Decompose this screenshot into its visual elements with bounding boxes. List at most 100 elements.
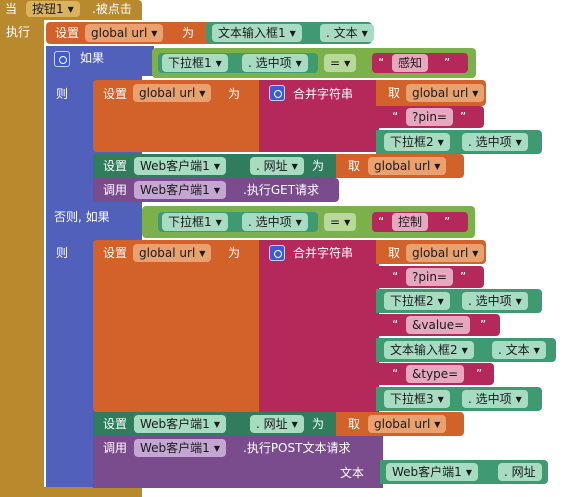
chevron-down-icon: ▼ — [344, 218, 351, 227]
component-dropdown[interactable]: Web客户端1 ▼ — [134, 157, 226, 175]
dropdown-name: 下拉框3 — [390, 392, 434, 406]
prop-name: . 选中项 — [468, 392, 512, 406]
var-dropdown[interactable]: global url ▼ — [85, 24, 164, 42]
gear-icon[interactable] — [269, 245, 285, 261]
component-dropdown[interactable]: Web客户端1 ▼ — [134, 415, 226, 433]
operator: = — [330, 56, 341, 70]
chevron-down-icon: ▼ — [295, 59, 302, 68]
quote-left: “ — [392, 367, 399, 381]
text-literal-field[interactable]: ?pin= — [406, 108, 453, 126]
dropdown-prop[interactable]: . 选中项 ▼ — [462, 292, 528, 310]
chevron-down-icon: ▼ — [437, 138, 444, 147]
event-component-dropdown[interactable]: 按钮1 ▼ — [26, 1, 80, 17]
compare-operator[interactable]: = ▼ — [324, 213, 357, 231]
prop-dropdown[interactable]: . 网址 ▼ — [250, 157, 304, 175]
set-label: 设置 — [103, 87, 128, 101]
dropdown-component[interactable]: 下拉框1 ▼ — [162, 213, 228, 231]
prop-dropdown[interactable]: . 网址 — [498, 463, 542, 481]
text-literal-field[interactable]: &value= — [406, 316, 471, 334]
get-label: 取 — [348, 159, 361, 173]
set-var-block-3[interactable] — [93, 240, 263, 412]
prop-name: . 选中项 — [248, 215, 292, 229]
dropdown-name: 下拉框2 — [390, 294, 434, 308]
text-literal-field[interactable]: ?pin= — [406, 268, 453, 286]
set-label: 设置 — [103, 159, 128, 173]
var-name: global url — [374, 417, 431, 431]
var-dropdown[interactable]: global url ▼ — [133, 84, 212, 102]
set-label: 设置 — [55, 26, 80, 40]
dropdown-name: 下拉框1 — [168, 56, 212, 70]
get-label: 取 — [388, 246, 401, 260]
get-var-dropdown[interactable]: global url ▼ — [406, 244, 485, 262]
get-var-dropdown[interactable]: global url ▼ — [406, 84, 485, 102]
var-name: global url — [374, 159, 431, 173]
chevron-down-icon: ▼ — [151, 29, 158, 38]
dropdown-component[interactable]: 下拉框3 ▼ — [384, 390, 450, 408]
chevron-down-icon: ▼ — [461, 346, 468, 355]
prop-dropdown[interactable]: . 文本 ▼ — [320, 24, 374, 42]
prop-name: . 网址 — [256, 417, 288, 431]
dropdown-prop[interactable]: . 选中项 ▼ — [242, 54, 308, 72]
quote-right: ” — [476, 367, 483, 381]
var-dropdown[interactable]: global url ▼ — [133, 244, 212, 262]
to-label: 为 — [228, 246, 241, 260]
component-dropdown[interactable]: 文本输入框2 ▼ — [384, 341, 474, 359]
text-value: &type= — [412, 367, 459, 381]
chevron-down-icon: ▼ — [533, 346, 540, 355]
prop-name: . 网址 — [256, 159, 288, 173]
gear-icon[interactable] — [269, 85, 285, 101]
chevron-down-icon: ▼ — [67, 5, 74, 14]
method-label: .执行GET请求 — [243, 183, 320, 197]
chevron-down-icon: ▼ — [515, 138, 522, 147]
dropdown-prop[interactable]: . 选中项 ▼ — [462, 390, 528, 408]
quote-right: ” — [460, 270, 467, 284]
set-label: 设置 — [103, 246, 128, 260]
dropdown-component[interactable]: 下拉框2 ▼ — [384, 292, 450, 310]
event-name-label: .被点击 — [92, 2, 132, 16]
get-label: 取 — [388, 86, 401, 100]
chevron-down-icon: ▼ — [215, 59, 222, 68]
chevron-down-icon: ▼ — [291, 162, 298, 171]
set-label: 设置 — [103, 417, 128, 431]
join-block-2[interactable] — [259, 240, 379, 412]
chevron-down-icon: ▼ — [199, 249, 206, 258]
var-name: global url — [91, 26, 148, 40]
component-dropdown[interactable]: Web客户端1 ▼ — [134, 439, 226, 457]
prop-name: . 选中项 — [468, 135, 512, 149]
get-var-dropdown[interactable]: global url ▼ — [368, 157, 447, 175]
prop-name: . 选中项 — [248, 56, 292, 70]
dropdown-prop[interactable]: . 选中项 ▼ — [462, 133, 528, 151]
component-dropdown[interactable]: Web客户端1 ▼ — [386, 463, 478, 481]
dropdown-component[interactable]: 下拉框1 ▼ — [162, 54, 228, 72]
prop-dropdown[interactable]: . 文本 ▼ — [492, 341, 546, 359]
dropdown-component[interactable]: 下拉框2 ▼ — [384, 133, 450, 151]
dropdown-prop[interactable]: . 选中项 ▼ — [242, 213, 308, 231]
join-label: 合并字符串 — [293, 87, 354, 101]
to-label: 为 — [312, 159, 325, 173]
get-var-dropdown[interactable]: global url ▼ — [368, 415, 447, 433]
chevron-down-icon: ▼ — [465, 468, 472, 477]
chevron-down-icon: ▼ — [434, 162, 441, 171]
event-do-label: 执行 — [6, 25, 31, 39]
prop-dropdown[interactable]: . 网址 ▼ — [250, 415, 304, 433]
compare-operator[interactable]: = ▼ — [324, 54, 357, 72]
text-literal-field[interactable]: 控制 — [392, 213, 429, 231]
component-name: Web客户端1 — [140, 183, 210, 197]
component-dropdown[interactable]: Web客户端1 ▼ — [134, 181, 226, 199]
chevron-down-icon: ▼ — [437, 297, 444, 306]
text-literal-field[interactable]: &type= — [406, 365, 465, 383]
chevron-down-icon: ▼ — [472, 249, 479, 258]
chevron-down-icon: ▼ — [291, 420, 298, 429]
quote-right: ” — [444, 56, 451, 70]
component-dropdown[interactable]: 文本输入框1 ▼ — [212, 24, 302, 42]
if-label: 如果 — [80, 51, 105, 65]
quote-right: ” — [460, 110, 467, 124]
gear-icon[interactable] — [54, 51, 70, 67]
chevron-down-icon: ▼ — [295, 218, 302, 227]
get-label: 取 — [348, 417, 361, 431]
call-label: 调用 — [103, 183, 128, 197]
chevron-down-icon: ▼ — [213, 444, 220, 453]
text-literal-field[interactable]: 感知 — [392, 54, 429, 72]
text-value: 感知 — [398, 56, 423, 70]
elseif-label: 否则, 如果 — [54, 210, 110, 224]
